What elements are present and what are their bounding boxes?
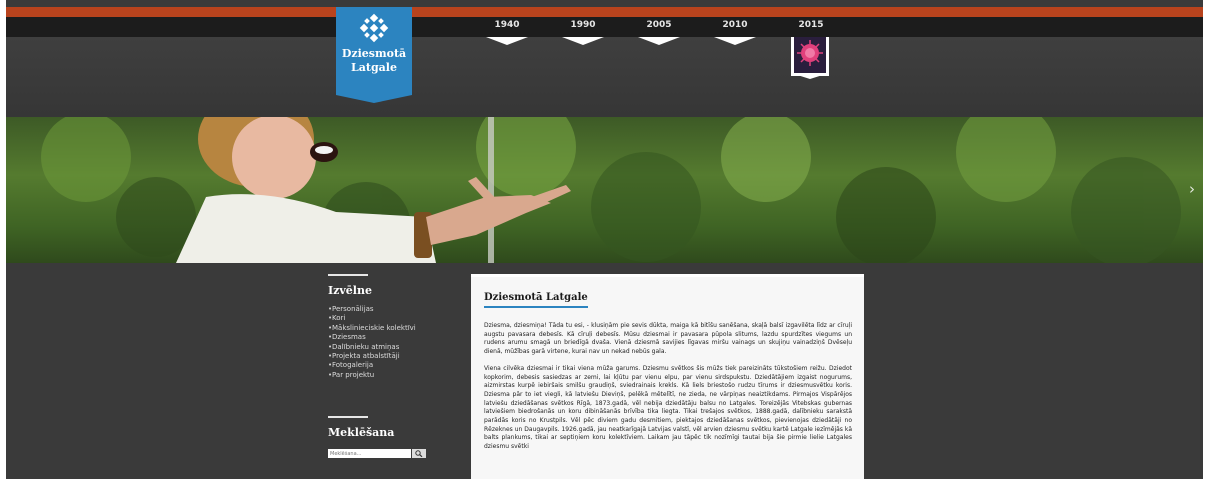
search-title: Meklēšana [328,426,395,440]
year-label: 1940 [494,20,520,30]
article-title: Dziesmotā Latgale [484,292,588,308]
hero-slider[interactable]: › [6,117,1203,263]
search-form [328,449,428,459]
menu-item-dziesmas[interactable]: •Dziesmas [328,333,448,342]
year-label: 2015 [798,20,824,30]
article-body: Dziesma, dziesmiņa! Tāda tu esi, - klusi… [484,322,852,460]
chevron-right-icon[interactable]: › [1189,180,1195,198]
header [6,37,1203,117]
menu-item-personalijas[interactable]: •Personālijas [328,305,448,314]
timeline-year-2015[interactable]: 2015 [786,17,836,79]
side-menu: •Personālijas •Kori •Mākslinieciskie kol… [328,305,448,380]
menu-item-fotogalerija[interactable]: •Fotogalerija [328,361,448,370]
year-label: 1990 [570,20,596,30]
chevron-down-icon [638,37,680,45]
timeline-year-1990[interactable]: 1990 [558,17,608,45]
menu-title: Izvēlne [328,284,372,297]
year-label: 2005 [646,20,672,30]
timeline-year-2010[interactable]: 2010 [710,17,760,45]
article-paragraph: Dziesma, dziesmiņa! Tāda tu esi, - klusi… [484,322,852,356]
chevron-down-icon [486,37,528,45]
festival-poster-icon [791,37,829,76]
ornament-icon [359,13,389,43]
timeline-year-1940[interactable]: 1940 [482,17,532,45]
timeline-year-2005[interactable]: 2005 [634,17,684,45]
article-paragraph: Viena cilvēka dziesmai ir tikai viena mū… [484,364,852,451]
menu-item-atminas[interactable]: •Dalībnieku atmiņas [328,343,448,352]
search-button[interactable] [412,449,426,459]
sidebar: Izvēlne •Personālijas •Kori •Mākslinieci… [328,274,448,459]
search-input[interactable] [328,449,411,459]
chevron-down-icon [714,37,756,45]
slider-dots [562,255,630,258]
menu-item-par-projektu[interactable]: •Par projektu [328,371,448,380]
page: Dziesmotā Latgale 1940 1990 2005 2010 20… [6,0,1203,479]
content-area: Izvēlne •Personālijas •Kori •Mākslinieci… [6,263,1203,479]
hero-image [41,117,1181,263]
divider [328,274,368,276]
magnifier-icon [415,450,423,458]
chevron-down-icon [562,37,604,45]
menu-item-kolektivi[interactable]: •Mākslinieciskie kolektīvi [328,324,448,333]
site-logo[interactable]: Dziesmotā Latgale [336,7,412,95]
top-stripe [6,7,1203,17]
article: Dziesmotā Latgale Dziesma, dziesmiņa! Tā… [471,274,864,479]
logo-title: Dziesmotā Latgale [341,47,407,74]
divider [328,416,368,419]
menu-item-atbalstitaji[interactable]: •Projekta atbalstītāji [328,352,448,361]
logo-banner-point [336,95,412,103]
menu-item-kori[interactable]: •Kori [328,314,448,323]
card-point [791,73,829,79]
year-label: 2010 [722,20,748,30]
